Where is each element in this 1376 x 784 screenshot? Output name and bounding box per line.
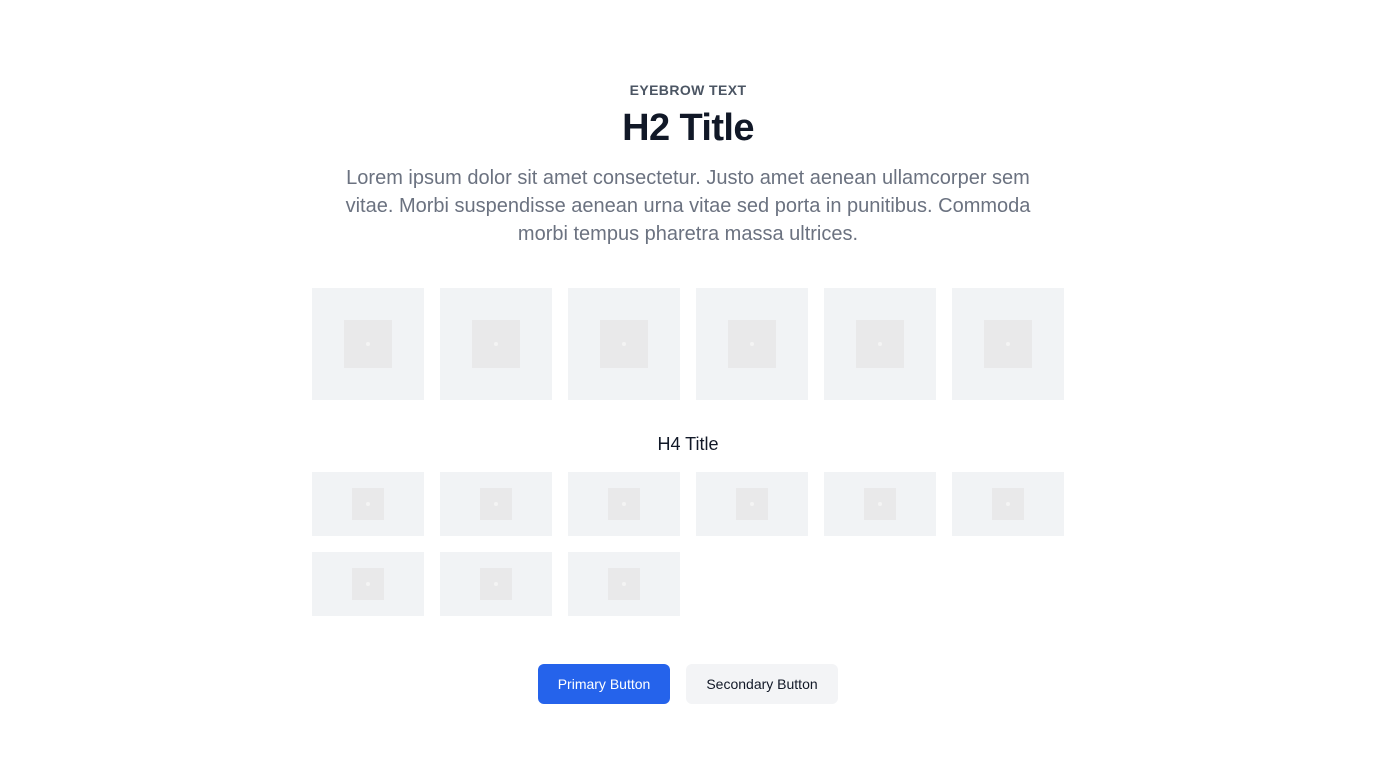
secondary-logo-tile — [312, 552, 424, 616]
placeholder-dot — [622, 342, 626, 346]
secondary-button[interactable]: Secondary Button — [686, 664, 838, 704]
image-placeholder-icon — [472, 320, 520, 368]
secondary-logo-tile — [440, 552, 552, 616]
image-placeholder-icon — [728, 320, 776, 368]
placeholder-dot — [750, 502, 754, 506]
featured-logo-tile — [568, 288, 680, 400]
image-placeholder-icon — [608, 488, 640, 520]
button-group: Primary Button Secondary Button — [0, 664, 1376, 704]
placeholder-dot — [1006, 502, 1010, 506]
section-title: H2 Title — [622, 107, 754, 149]
image-placeholder-icon — [352, 568, 384, 600]
subsection-title: H4 Title — [657, 434, 719, 454]
section-description: Lorem ipsum dolor sit amet consectetur. … — [345, 167, 1031, 245]
image-placeholder-icon — [344, 320, 392, 368]
image-placeholder-icon — [480, 488, 512, 520]
placeholder-dot — [494, 502, 498, 506]
image-placeholder-icon — [600, 320, 648, 368]
image-placeholder-icon — [736, 488, 768, 520]
image-placeholder-icon — [864, 488, 896, 520]
featured-logo-tile — [696, 288, 808, 400]
image-placeholder-icon — [984, 320, 1032, 368]
placeholder-dot — [494, 342, 498, 346]
featured-logo-tile — [440, 288, 552, 400]
logo-section: EYEBROW TEXT H2 Title Lorem ipsum dolor … — [0, 0, 1376, 784]
eyebrow-text: EYEBROW TEXT — [629, 82, 747, 98]
image-placeholder-icon — [608, 568, 640, 600]
placeholder-dot — [494, 582, 498, 586]
secondary-logo-tile — [312, 472, 424, 536]
secondary-logo-tile — [568, 552, 680, 616]
placeholder-dot — [622, 502, 626, 506]
featured-logo-tile — [824, 288, 936, 400]
primary-button[interactable]: Primary Button — [538, 664, 670, 704]
placeholder-dot — [1006, 342, 1010, 346]
featured-logo-grid — [312, 288, 1064, 400]
placeholder-dot — [750, 342, 754, 346]
secondary-logo-tile — [824, 472, 936, 536]
placeholder-dot — [878, 342, 882, 346]
placeholder-dot — [366, 582, 370, 586]
image-placeholder-icon — [856, 320, 904, 368]
featured-logo-tile — [312, 288, 424, 400]
placeholder-dot — [366, 342, 370, 346]
image-placeholder-icon — [992, 488, 1024, 520]
secondary-logo-tile — [952, 472, 1064, 536]
secondary-logo-grid — [312, 472, 1064, 616]
placeholder-dot — [622, 582, 626, 586]
placeholder-dot — [878, 502, 882, 506]
secondary-logo-tile — [696, 472, 808, 536]
image-placeholder-icon — [480, 568, 512, 600]
secondary-logo-tile — [568, 472, 680, 536]
image-placeholder-icon — [352, 488, 384, 520]
placeholder-dot — [366, 502, 370, 506]
featured-logo-tile — [952, 288, 1064, 400]
secondary-logo-tile — [440, 472, 552, 536]
